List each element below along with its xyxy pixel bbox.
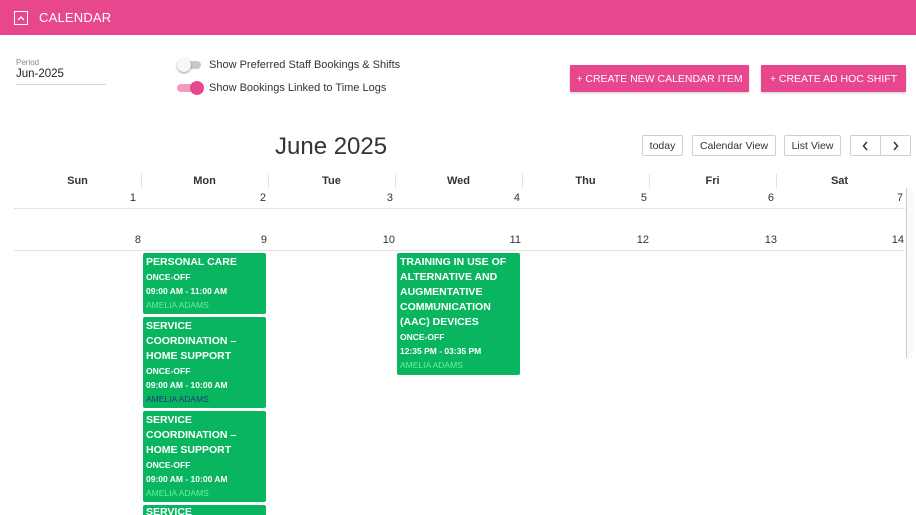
preferred-staff-toggle[interactable] [177,58,204,72]
event-time: 09:00 AM - 10:00 AM [146,380,228,390]
event-type: ONCE-OFF [146,460,191,470]
preferred-staff-toggle-label: Show Preferred Staff Bookings & Shifts [209,59,401,71]
day-header-thu: Thu [575,175,596,187]
calendar-header-bar: CALENDAR [0,0,916,35]
event-person: AMELIA ADAMS [146,300,209,310]
date-cell[interactable]: 10 [365,234,395,246]
chevron-left-icon[interactable] [851,136,880,155]
list-view-button[interactable]: List View [784,135,841,156]
today-button[interactable]: today [642,135,683,156]
event-title: TRAINING IN USE OF ALTERNATIVE AND AUGME… [400,256,507,328]
day-header-sat: Sat [830,175,849,187]
date-cell[interactable]: 7 [873,192,903,204]
calendar-event[interactable]: SERVICE [143,505,266,515]
time-logs-toggle-row[interactable]: Show Bookings Linked to Time Logs [177,81,386,95]
date-cell[interactable]: 2 [236,192,266,204]
event-person: AMELIA ADAMS [146,488,209,498]
date-cell[interactable]: 12 [619,234,649,246]
event-title: SERVICE COORDINATION – HOME SUPPORT [146,320,237,362]
calendar-event[interactable]: PERSONAL CARE ONCE-OFF 09:00 AM - 11:00 … [143,253,266,314]
preferred-staff-toggle-row[interactable]: Show Preferred Staff Bookings & Shifts [177,58,400,72]
event-time: 12:35 PM - 03:35 PM [400,346,482,356]
day-header-fri: Fri [705,175,720,187]
time-logs-toggle-label: Show Bookings Linked to Time Logs [209,82,387,94]
day-header-mon: Mon [193,175,216,187]
date-cell[interactable]: 5 [617,192,647,204]
event-time: 09:00 AM - 11:00 AM [146,286,228,296]
period-field[interactable]: Period Jun-2025 [16,58,106,85]
event-title: SERVICE COORDINATION – HOME SUPPORT [146,414,237,456]
event-time: 09:00 AM - 10:00 AM [146,474,228,484]
date-cell[interactable]: 4 [490,192,520,204]
calendar-view-button[interactable]: Calendar View [692,135,776,156]
calendar-event[interactable]: TRAINING IN USE OF ALTERNATIVE AND AUGME… [397,253,520,375]
period-label: Period [16,58,40,67]
event-person: AMELIA ADAMS [146,394,209,404]
chevron-right-icon[interactable] [880,136,910,155]
date-cell[interactable]: 14 [874,234,904,246]
calendar-title: June 2025 [275,133,388,160]
date-cell[interactable]: 9 [237,234,267,246]
day-header-tue: Tue [322,175,341,187]
period-input[interactable]: Jun-2025 [16,68,106,85]
event-title: SERVICE [146,506,192,515]
date-cell[interactable]: 13 [747,234,777,246]
date-cell[interactable]: 8 [111,234,141,246]
event-type: ONCE-OFF [146,366,191,376]
event-title: PERSONAL CARE [146,256,237,268]
create-calendar-item-button[interactable]: + CREATE NEW CALENDAR ITEM [570,65,749,92]
calendar-event[interactable]: SERVICE COORDINATION – HOME SUPPORT ONCE… [143,411,266,502]
day-header-sun: Sun [67,175,88,187]
date-cell[interactable]: 1 [106,192,136,204]
event-type: ONCE-OFF [400,332,445,342]
day-header-wed: Wed [446,175,471,187]
date-cell[interactable]: 3 [363,192,393,204]
create-ad-hoc-shift-button[interactable]: + CREATE AD HOC SHIFT [761,65,906,92]
event-type: ONCE-OFF [146,272,191,282]
event-person: AMELIA ADAMS [400,360,463,370]
date-cell[interactable]: 11 [491,234,521,246]
chevron-up-icon[interactable] [14,10,28,25]
month-nav [850,135,911,156]
time-logs-toggle[interactable] [177,81,204,95]
calendar-scrollbar[interactable] [906,188,913,358]
calendar-event[interactable]: SERVICE COORDINATION – HOME SUPPORT ONCE… [143,317,266,408]
page-title: CALENDAR [39,10,112,25]
date-cell[interactable]: 6 [744,192,774,204]
